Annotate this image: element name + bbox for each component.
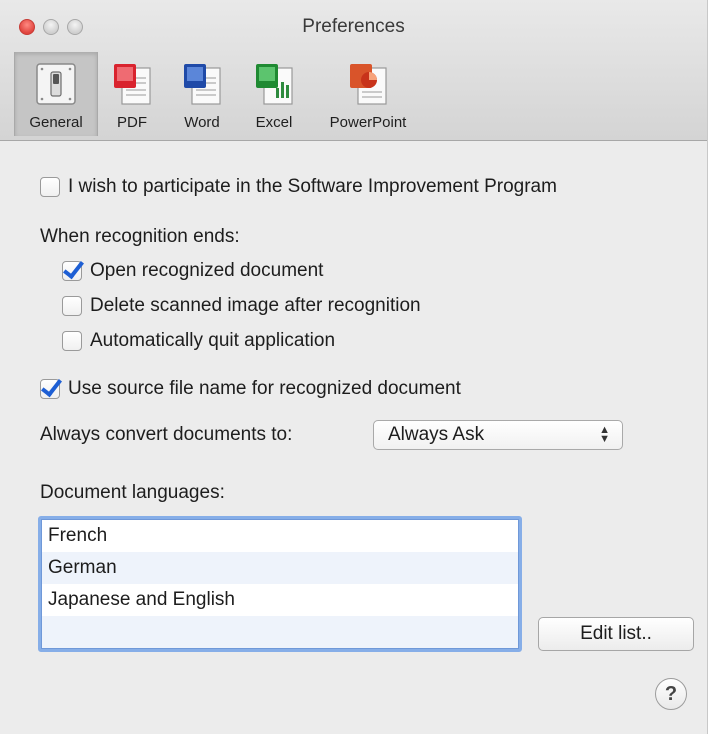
tab-general-label: General [29, 114, 83, 131]
tab-word-label: Word [184, 114, 220, 131]
tab-word[interactable]: Word [172, 52, 232, 136]
light-switch-icon [36, 63, 76, 105]
auto-quit-checkbox[interactable] [62, 331, 82, 351]
languages-list[interactable]: French German Japanese and English [38, 516, 522, 652]
convert-label: Always convert documents to: [40, 424, 293, 445]
pdf-document-icon [114, 64, 151, 105]
edit-list-button[interactable]: Edit list.. [538, 617, 694, 651]
list-item[interactable]: French [42, 520, 518, 552]
open-recognized-row[interactable]: Open recognized document [62, 260, 323, 282]
window-title: Preferences [302, 16, 405, 37]
list-item[interactable]: Japanese and English [42, 584, 518, 616]
tab-general[interactable]: General [14, 52, 98, 136]
tab-pdf-label: PDF [117, 114, 147, 131]
powerpoint-document-icon [350, 64, 387, 105]
delete-scanned-label: Delete scanned image after recognition [90, 295, 421, 316]
tab-excel[interactable]: Excel [244, 52, 304, 136]
excel-document-icon [256, 64, 293, 105]
list-item-empty [42, 616, 518, 648]
use-source-name-label: Use source file name for recognized docu… [68, 378, 461, 399]
convert-format-value: Always Ask [388, 424, 485, 445]
delete-scanned-row[interactable]: Delete scanned image after recognition [62, 295, 421, 317]
tab-powerpoint-label: PowerPoint [329, 114, 407, 131]
delete-scanned-checkbox[interactable] [62, 296, 82, 316]
tab-pdf[interactable]: PDF [104, 52, 160, 136]
preferences-window: Preferences General PDF Word Excel Power… [0, 0, 708, 734]
open-recognized-checkbox[interactable] [62, 261, 82, 281]
use-source-name-row[interactable]: Use source file name for recognized docu… [40, 378, 461, 400]
up-down-arrows-icon: ▲ ▼ [599, 424, 610, 445]
convert-format-select[interactable]: Always Ask ▲ ▼ [373, 420, 623, 450]
use-source-name-checkbox[interactable] [40, 379, 60, 399]
word-document-icon [184, 64, 221, 105]
tab-excel-label: Excel [255, 114, 293, 131]
help-button[interactable]: ? [655, 678, 687, 710]
languages-heading: Document languages: [40, 482, 225, 503]
list-item[interactable]: German [42, 552, 518, 584]
improvement-program-label: I wish to participate in the Software Im… [68, 176, 557, 197]
improvement-program-row[interactable]: I wish to participate in the Software Im… [40, 176, 557, 198]
recognition-heading: When recognition ends: [40, 226, 240, 247]
auto-quit-label: Automatically quit application [90, 330, 336, 351]
open-recognized-label: Open recognized document [90, 260, 324, 281]
tab-powerpoint[interactable]: PowerPoint [316, 52, 420, 136]
improvement-program-checkbox[interactable] [40, 177, 60, 197]
auto-quit-row[interactable]: Automatically quit application [62, 330, 335, 352]
title-toolbar: Preferences General PDF Word Excel Power… [0, 0, 707, 141]
